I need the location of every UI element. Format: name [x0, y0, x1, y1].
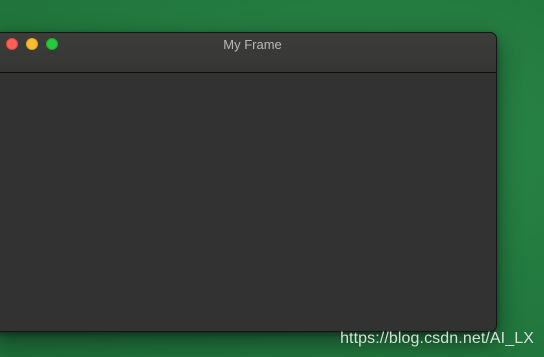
- app-window: My Frame: [0, 32, 497, 332]
- window-content-area[interactable]: [0, 73, 496, 331]
- window-titlebar[interactable]: My Frame: [0, 33, 496, 73]
- watermark-text: https://blog.csdn.net/AI_LX: [340, 330, 534, 347]
- window-title: My Frame: [223, 37, 282, 52]
